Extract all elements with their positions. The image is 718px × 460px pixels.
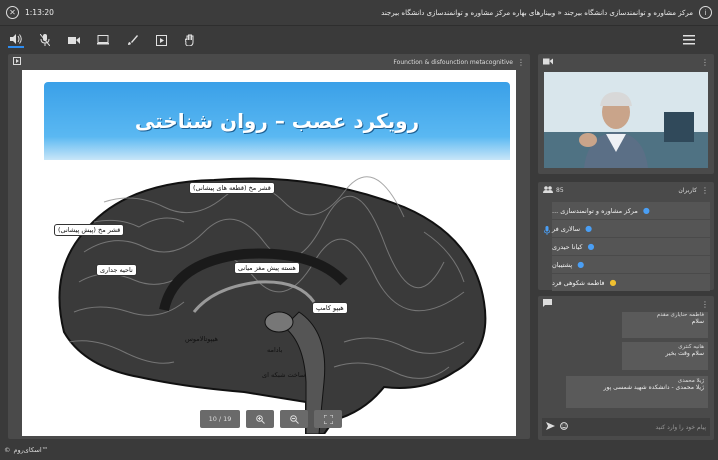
user-icon: ● — [642, 205, 650, 215]
brand-name: اسکای‌روم™ — [13, 446, 49, 454]
label-hypothalamus: هیپوتالاموس — [185, 335, 218, 343]
chat-placeholder: پیام خود را وارد کنید — [655, 423, 706, 431]
session-timer: 1:13:20 — [25, 8, 54, 17]
user-item[interactable]: ● فاطمه شکوهی فرد — [552, 274, 710, 291]
chat-message: فاطمه حنایاری مقدم سلام — [622, 312, 708, 338]
users-panel: 85 کاربران ⋮ ● مرکز مشاوره و توانمندسازی… — [538, 182, 714, 292]
brain-illustration — [44, 162, 510, 435]
user-icon: ● — [609, 277, 617, 287]
video-header: ⋮ — [538, 54, 714, 70]
label-basal-forebrain: هسته پیش مغز میانی — [234, 262, 300, 274]
exit-button[interactable]: ✕ — [6, 6, 19, 19]
top-bar: ✕ 1:13:20 i مرکز مشاوره و توانمندسازی دا… — [0, 0, 718, 26]
label-hippocampus: هیپو کامپ — [312, 302, 348, 314]
speaker-video[interactable] — [544, 72, 708, 168]
page-indicator[interactable]: 10 / 19 — [200, 410, 240, 428]
toolbar — [0, 27, 718, 53]
user-name: کیانا حیدری — [552, 242, 583, 251]
video-camera-icon — [543, 58, 553, 67]
users-icon — [543, 185, 553, 195]
user-name: مرکز مشاوره و توانمندسازی ... — [552, 206, 638, 215]
camera-icon[interactable] — [66, 32, 82, 48]
zoom-out-button[interactable] — [280, 410, 308, 428]
users-header: 85 کاربران ⋮ — [538, 182, 714, 198]
speaker-icon[interactable] — [8, 32, 24, 48]
chat-header: ⋮ — [538, 296, 714, 312]
mic-muted-icon[interactable] — [37, 32, 53, 48]
more-options-icon[interactable]: ⋮ — [517, 58, 525, 67]
brain-diagram: قشر مخ (قطعه های پیشانی) قشر مخ (پیش پیش… — [44, 162, 510, 435]
user-icon: ● — [577, 259, 585, 269]
presentation-header: Founction & disfounction metacognitive ⋮ — [8, 54, 530, 70]
users-count: 85 — [556, 186, 564, 194]
presentation-icon — [13, 57, 21, 67]
label-parietal: ناحیه جداری — [96, 264, 137, 276]
video-options-icon[interactable]: ⋮ — [701, 58, 709, 67]
brush-icon[interactable] — [124, 32, 140, 48]
chat-text: سلام وقت بخیر — [665, 350, 704, 357]
users-options-icon[interactable]: ⋮ — [701, 186, 709, 195]
zoom-in-button[interactable] — [246, 410, 274, 428]
users-title: کاربران — [678, 186, 697, 194]
label-reticular-formation: ساخت شبکه ای — [262, 371, 306, 379]
emoji-icon[interactable] — [560, 422, 568, 432]
chat-message: هانیه کنتری سلام وقت بخیر — [622, 342, 708, 370]
screen-share-icon[interactable] — [95, 32, 111, 48]
video-panel: ⋮ — [538, 54, 714, 174]
user-item[interactable]: ● مرکز مشاوره و توانمندسازی ... — [552, 202, 710, 219]
user-icon: ● — [587, 241, 595, 251]
presentation-panel: Founction & disfounction metacognitive ⋮… — [8, 54, 530, 439]
fullscreen-button[interactable] — [314, 410, 342, 428]
raise-hand-icon[interactable] — [182, 32, 198, 48]
user-name: سالاری فر — [552, 224, 581, 233]
label-frontal-cortex: قشر مخ (قطعه های پیشانی) — [189, 182, 275, 194]
slide-title-band: رویکرد عصب – روان شناختی — [44, 82, 510, 160]
user-icon: ● — [585, 223, 593, 233]
chat-message: ژیلا محمدی ژیلا محمدی - دانشکده شهید شمس… — [566, 376, 708, 408]
footer: © اسکای‌روم™ — [4, 446, 48, 454]
user-name: فاطمه شکوهی فرد — [552, 278, 605, 287]
chat-input[interactable]: پیام خود را وارد کنید — [542, 418, 710, 436]
user-name: پشتیبان — [552, 260, 573, 269]
user-item[interactable]: ● سالاری فر — [552, 220, 710, 237]
send-icon[interactable] — [546, 422, 555, 432]
menu-icon[interactable] — [681, 32, 697, 48]
room-title: مرکز مشاوره و توانمندسازی دانشگاه بیرجند… — [381, 8, 693, 17]
user-item[interactable]: ● پشتیبان — [552, 256, 710, 273]
presentation-filename: Founction & disfounction metacognitive — [393, 58, 513, 66]
slide-pager: 10 / 19 — [200, 410, 342, 428]
user-list: ● مرکز مشاوره و توانمندسازی ... ● سالاری… — [542, 202, 710, 292]
user-item[interactable]: ● کیانا حیدری — [552, 238, 710, 255]
chat-text: ژیلا محمدی - دانشکده شهید شمسی پور — [603, 384, 704, 391]
label-amygdala: بادامه — [267, 346, 283, 354]
play-icon[interactable] — [153, 32, 169, 48]
chat-icon — [543, 299, 552, 309]
label-prefrontal-cortex: قشر مخ (پیش پیشانی) — [54, 224, 125, 236]
chat-text: سلام — [691, 318, 704, 325]
slide-canvas: رویکرد عصب – روان شناختی قشر مخ (قطعه ها… — [22, 70, 516, 436]
chat-options-icon[interactable]: ⋮ — [701, 300, 709, 309]
chat-message-list: فاطمه حنایاری مقدم سلام هانیه کنتری سلام… — [542, 312, 710, 416]
info-icon[interactable]: i — [699, 6, 712, 19]
copyright-icon: © — [4, 446, 11, 454]
chat-panel: ⋮ فاطمه حنایاری مقدم سلام هانیه کنتری سل… — [538, 296, 714, 440]
slide-title: رویکرد عصب – روان شناختی — [134, 109, 420, 133]
